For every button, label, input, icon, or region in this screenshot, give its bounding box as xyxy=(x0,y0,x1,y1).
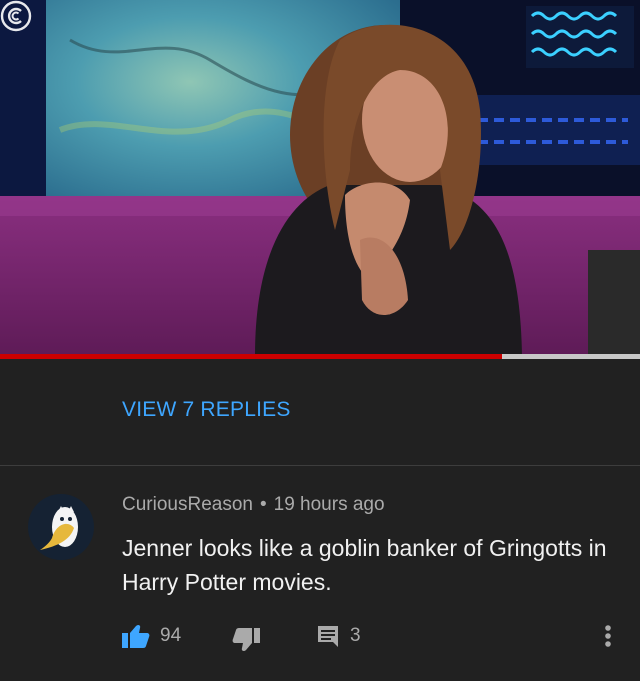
view-replies-button[interactable]: VIEW 7 REPLIES xyxy=(122,398,291,422)
video-frame xyxy=(0,0,640,356)
meta-separator: • xyxy=(259,494,267,515)
dislike-button[interactable] xyxy=(232,628,260,652)
channel-logo-icon xyxy=(0,0,32,32)
reply-button[interactable]: 3 xyxy=(316,624,361,648)
owl-icon xyxy=(40,506,78,550)
thumbs-down-icon xyxy=(232,628,260,652)
divider xyxy=(0,465,640,466)
video-progress-bar[interactable] xyxy=(0,354,640,359)
avatar[interactable] xyxy=(28,494,94,560)
comment-actions: 94 3 xyxy=(0,620,640,652)
comment-meta: CuriousReason • 19 hours ago xyxy=(122,494,385,516)
thumbs-up-icon xyxy=(122,624,150,648)
comment-text: Jenner looks like a goblin banker of Gri… xyxy=(122,535,607,595)
more-options-icon[interactable] xyxy=(598,620,618,652)
video-player[interactable] xyxy=(0,0,640,356)
comment-author[interactable]: CuriousReason xyxy=(122,494,253,515)
reply-count: 3 xyxy=(350,625,361,646)
like-button[interactable]: 94 xyxy=(122,624,181,648)
comment-icon xyxy=(318,626,338,647)
comment-time[interactable]: 19 hours ago xyxy=(274,494,385,515)
video-progress-fill xyxy=(0,354,503,359)
like-count: 94 xyxy=(160,625,182,646)
